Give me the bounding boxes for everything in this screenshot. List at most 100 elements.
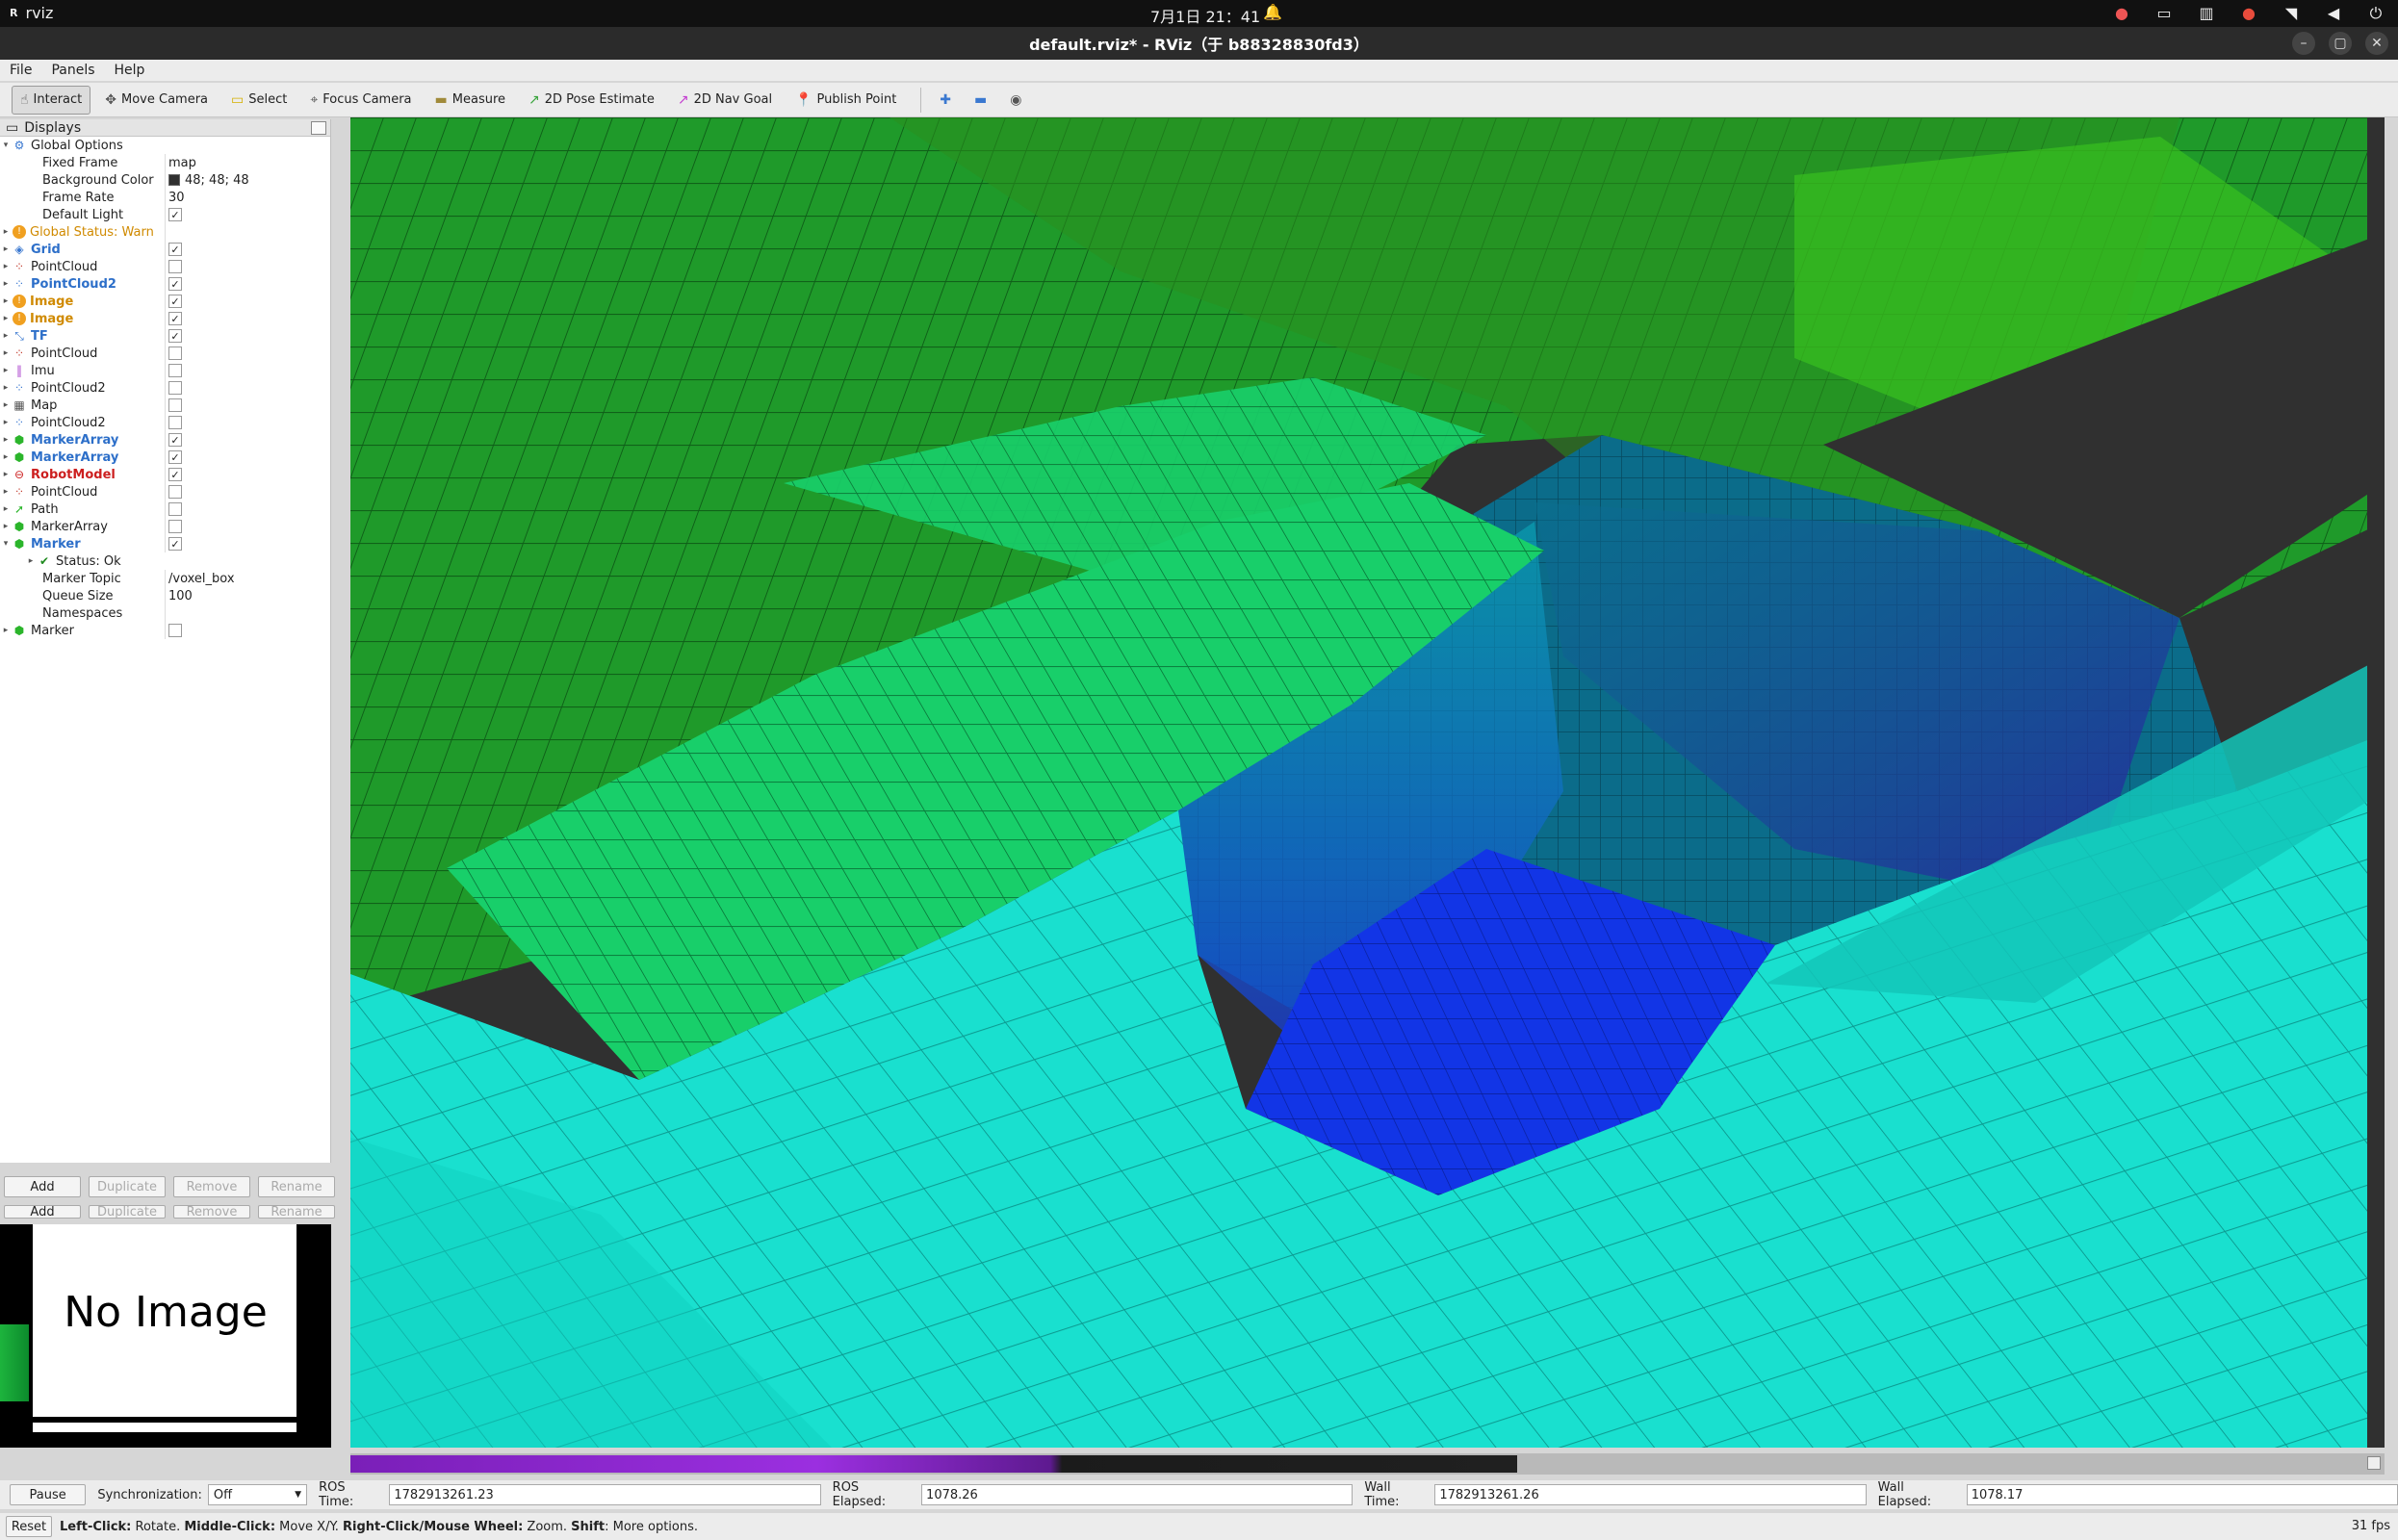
display-item-row[interactable]: ▸ ▦ Map	[0, 397, 330, 414]
pause-button[interactable]: Pause	[10, 1484, 87, 1505]
wall-elapsed-field[interactable]: 1078.17	[1966, 1484, 2398, 1505]
wall-time-field[interactable]: 1782913261.26	[1434, 1484, 1867, 1505]
display-enable-checkbox[interactable]	[168, 398, 182, 412]
display-enable-checkbox[interactable]	[168, 346, 182, 360]
display-item-row[interactable]: ▸ ◈ Grid ✓	[0, 241, 330, 258]
display-enable-checkbox[interactable]: ✓	[168, 468, 182, 481]
display-item-row[interactable]: ▸ ⬢ MarkerArray ✓	[0, 431, 330, 449]
frame-rate-row[interactable]: Frame Rate 30	[0, 189, 330, 206]
camera-view-button[interactable]: ◉	[1001, 86, 1030, 115]
expand-arrow-icon[interactable]: ▸	[0, 348, 12, 358]
collapse-arrow-icon[interactable]: ▾	[0, 141, 12, 150]
expand-arrow-icon[interactable]: ▸	[0, 279, 12, 289]
display-item-row[interactable]: ▸ ⁘ PointCloud	[0, 258, 330, 275]
pose-estimate-tool-button[interactable]: ↗ 2D Pose Estimate	[520, 86, 663, 115]
menu-help[interactable]: Help	[105, 63, 155, 78]
default-light-checkbox[interactable]: ✓	[168, 208, 182, 221]
keyboard-icon[interactable]: ▭	[2155, 4, 2173, 23]
namespaces-row[interactable]: Namespaces	[0, 604, 330, 622]
nav-goal-tool-button[interactable]: ↗ 2D Nav Goal	[669, 86, 781, 115]
expand-arrow-icon[interactable]: ▸	[25, 556, 37, 566]
select-tool-button[interactable]: ▭ Select	[222, 86, 296, 115]
add-display-button-2[interactable]: Add	[4, 1205, 81, 1219]
display-item-row[interactable]: ▸ ⁘ PointCloud2 ✓	[0, 275, 330, 293]
marker-enable-checkbox[interactable]: ✓	[168, 537, 182, 551]
remove-display-button[interactable]: Remove	[173, 1176, 250, 1197]
expand-arrow-icon[interactable]: ▸	[0, 383, 12, 393]
expand-arrow-icon[interactable]: ▸	[0, 400, 12, 410]
duplicate-display-button-2[interactable]: Duplicate	[89, 1205, 166, 1219]
remove-display-button-2[interactable]: Remove	[173, 1205, 250, 1219]
marker-topic-row[interactable]: Marker Topic /voxel_box	[0, 570, 330, 587]
display-item-row[interactable]: ▸ ⬢ MarkerArray	[0, 518, 330, 535]
display-item-row[interactable]: ▸! Image ✓	[0, 293, 330, 310]
move-camera-tool-button[interactable]: ✥ Move Camera	[96, 86, 217, 115]
expand-arrow-icon[interactable]: ▸	[0, 331, 12, 341]
app-tray-icon[interactable]: ●	[2240, 4, 2257, 23]
display-item-row[interactable]: ▸ ⁘ PointCloud2	[0, 379, 330, 397]
default-light-row[interactable]: Default Light ✓	[0, 206, 330, 223]
display-item-row[interactable]: ▸ ⊖ RobotModel ✓	[0, 466, 330, 483]
last-marker-row[interactable]: ▸ ⬢ Marker	[0, 622, 330, 639]
collapse-arrow-icon[interactable]: ▾	[0, 539, 12, 549]
last-marker-checkbox[interactable]	[168, 624, 182, 637]
interact-tool-button[interactable]: ☝ Interact	[12, 85, 91, 115]
frame-rate-value[interactable]: 30	[168, 191, 185, 205]
display-enable-checkbox[interactable]	[168, 381, 182, 395]
display-item-row[interactable]: ▸! Image ✓	[0, 310, 330, 327]
fixed-frame-value[interactable]: map	[168, 156, 196, 170]
input-method-icon[interactable]: ●	[2113, 4, 2130, 23]
expand-arrow-icon[interactable]: ▸	[0, 522, 12, 531]
rename-display-button-2[interactable]: Rename	[258, 1205, 335, 1219]
display-enable-checkbox[interactable]	[168, 416, 182, 429]
chart-icon[interactable]: ▥	[2198, 4, 2215, 23]
volume-icon[interactable]: ◀	[2325, 4, 2342, 23]
add-tool-button[interactable]: ✚	[931, 86, 960, 115]
rename-display-button[interactable]: Rename	[258, 1176, 335, 1197]
focus-camera-tool-button[interactable]: ⌖ Focus Camera	[301, 86, 420, 115]
duplicate-display-button[interactable]: Duplicate	[89, 1176, 166, 1197]
display-enable-checkbox[interactable]	[168, 260, 182, 273]
ros-elapsed-field[interactable]: 1078.26	[921, 1484, 1354, 1505]
background-color-value[interactable]: 48; 48; 48	[168, 173, 249, 188]
expand-arrow-icon[interactable]: ▸	[0, 452, 12, 462]
publish-point-tool-button[interactable]: 📍 Publish Point	[786, 86, 905, 115]
global-options-row[interactable]: ▾ ⚙ Global Options	[0, 137, 330, 154]
expand-arrow-icon[interactable]: ▸	[0, 227, 12, 237]
add-display-button[interactable]: Add	[4, 1176, 81, 1197]
expand-arrow-icon[interactable]: ▸	[0, 418, 12, 427]
display-enable-checkbox[interactable]	[168, 502, 182, 516]
expand-arrow-icon[interactable]: ▸	[0, 435, 12, 445]
expand-arrow-icon[interactable]: ▸	[0, 626, 12, 635]
display-item-row[interactable]: ▸ ⁘ PointCloud2	[0, 414, 330, 431]
display-item-row[interactable]: ▸ ⬢ MarkerArray ✓	[0, 449, 330, 466]
system-clock[interactable]: 7月1日 21：41	[1150, 4, 1260, 27]
marker-display-row[interactable]: ▾ ⬢ Marker ✓	[0, 535, 330, 552]
expand-arrow-icon[interactable]: ▸	[0, 470, 12, 479]
expand-arrow-icon[interactable]: ▸	[0, 244, 12, 254]
display-enable-checkbox[interactable]	[168, 520, 182, 533]
app-indicator[interactable]: R rviz	[10, 4, 53, 22]
display-enable-checkbox[interactable]: ✓	[168, 329, 182, 343]
display-item-row[interactable]: ▸ ➚ Path	[0, 500, 330, 518]
display-enable-checkbox[interactable]: ✓	[168, 277, 182, 291]
marker-status-row[interactable]: ▸ ✔ Status: Ok	[0, 552, 330, 570]
display-item-row[interactable]: ▸ ‖ Imu	[0, 362, 330, 379]
measure-tool-button[interactable]: ▬ Measure	[426, 86, 514, 115]
display-enable-checkbox[interactable]: ✓	[168, 295, 182, 308]
expand-arrow-icon[interactable]: ▸	[0, 296, 12, 306]
fixed-frame-row[interactable]: Fixed Frame map	[0, 154, 330, 171]
ros-time-field[interactable]: 1782913261.23	[389, 1484, 821, 1505]
display-item-row[interactable]: ▸! Global Status: Warn	[0, 223, 330, 241]
power-icon[interactable]: ⏻	[2367, 4, 2385, 23]
expand-arrow-icon[interactable]: ▸	[0, 262, 12, 271]
background-color-row[interactable]: Background Color 48; 48; 48	[0, 171, 330, 189]
sync-select[interactable]: Off ▼	[207, 1484, 308, 1505]
display-enable-checkbox[interactable]	[168, 364, 182, 377]
queue-size-row[interactable]: Queue Size 100	[0, 587, 330, 604]
render-viewport[interactable]	[350, 117, 2385, 1448]
expand-arrow-icon[interactable]: ▸	[0, 487, 12, 497]
marker-topic-value[interactable]: /voxel_box	[168, 572, 235, 586]
remove-tool-button[interactable]: ▬	[966, 86, 995, 115]
display-item-row[interactable]: ▸ ⁘ PointCloud	[0, 483, 330, 500]
